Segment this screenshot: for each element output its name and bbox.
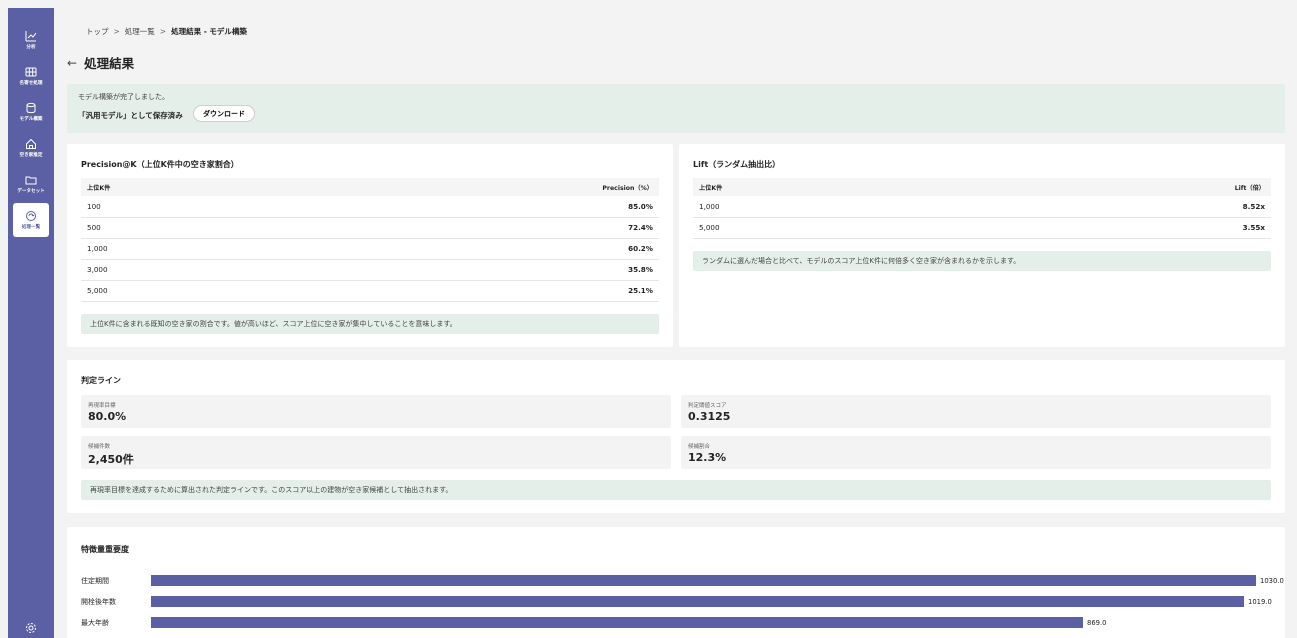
feature-value-label: 1030.0 (1260, 577, 1284, 585)
table-cell: 3,000 (81, 259, 290, 281)
grid-icon (25, 67, 37, 77)
table-cell: 1,000 (693, 196, 957, 218)
table-cell: 100 (81, 196, 290, 218)
threshold-card: 判定ライン 再現率目標 80.0% 判定閾値スコア 0.3125 候補件数 2,… (67, 360, 1285, 513)
threshold-score-metric: 判定閾値スコア 0.3125 (681, 395, 1271, 428)
sidebar-item-dataset[interactable]: データセット (8, 167, 54, 201)
candidate-count-metric: 候補件数 2,450件 (81, 436, 671, 469)
lift-card: Lift（ランダム抽出比） 上位K件 Lift（倍） 1,000 8.52x 5,… (679, 144, 1285, 347)
column-header: Lift（倍） (956, 178, 1271, 196)
table-cell: 3.55x (956, 217, 1271, 239)
sidebar-item-label: 名寄せ処理 (19, 81, 43, 86)
threshold-title: 判定ライン (81, 376, 121, 385)
sidebar-item-analysis[interactable]: 分析 (8, 23, 54, 57)
table-row: 1,000 8.52x (693, 196, 1271, 218)
precision-table: 上位K件 Precision（%） 100 85.0% 500 72.4% 1,00… (81, 178, 659, 302)
feature-label: 開栓後年数 (81, 598, 116, 606)
metric-label: 再現率目標 (88, 403, 116, 409)
precision-info: 上位K件に含まれる既知の空き家の割合です。値が高いほど、スコア上位に空き家が集中… (81, 314, 659, 334)
database-icon (26, 102, 36, 114)
refresh-icon (26, 211, 36, 221)
table-cell: 60.2% (289, 238, 659, 260)
metric-label: 判定閾値スコア (688, 403, 727, 409)
sidebar-item-label: 分析 (26, 45, 36, 50)
sidebar-item-label: 空き家推定 (19, 153, 43, 158)
table-row: 500 72.4% (81, 217, 659, 239)
sidebar-item-label: モデル構築 (19, 117, 43, 122)
lift-info: ランダムに選んだ場合と比べて、モデルのスコア上位K件に何倍多く空き家が含まれるか… (693, 251, 1271, 271)
feature-value-label: 869.0 (1087, 619, 1107, 627)
table-cell: 5,000 (693, 217, 957, 239)
breadcrumb-separator: > (113, 27, 120, 36)
feature-label: 住定期間 (81, 577, 109, 585)
candidate-ratio-metric: 候補割合 12.3% (681, 436, 1271, 469)
breadcrumb-process-list[interactable]: 処理一覧 (125, 27, 155, 36)
feature-importance-card: 特徴量重要度 住定期間1030.0開栓後年数1019.0最大年齢869.0年間最… (67, 527, 1285, 638)
home-icon (26, 138, 36, 149)
breadcrumb: トップ > 処理一覧 > 処理結果 - モデル構築 (86, 26, 247, 37)
table-header-row: 上位K件 Lift（倍） (693, 178, 1271, 196)
recall-target-metric: 再現率目標 80.0% (81, 395, 671, 428)
chart-icon (25, 31, 37, 42)
table-cell: 72.4% (289, 217, 659, 239)
feature-bar (151, 596, 1244, 607)
breadcrumb-current: 処理結果 - モデル構築 (171, 27, 247, 36)
feature-bar (151, 617, 1083, 628)
table-cell: 35.8% (289, 259, 659, 281)
table-cell: 500 (81, 217, 290, 239)
success-notice: モデル構築が完了しました。 「汎用モデル」として保存済み ダウンロード (67, 84, 1285, 133)
table-cell: 8.52x (956, 196, 1271, 218)
feature-row: 住定期間 1030.0 (81, 575, 1284, 586)
column-header: Precision（%） (289, 178, 659, 196)
sidebar-item-process-list[interactable]: 処理一覧 (13, 203, 49, 237)
table-row: 5,000 3.55x (693, 217, 1271, 239)
table-cell: 5,000 (81, 280, 290, 302)
metric-value: 2,450件 (88, 453, 134, 466)
metric-value: 80.0% (88, 410, 127, 423)
sidebar: 分析 名寄せ処理 モデル構築 空き家推定 データセット 処理一覧 (8, 8, 54, 638)
precision-title: Precision@K（上位K件中の空き家割合） (81, 160, 239, 169)
saved-status: 「汎用モデル」として保存済み (78, 111, 183, 120)
table-row: 5,000 25.1% (81, 280, 659, 302)
page-title: 処理結果 (84, 56, 135, 71)
page-header: ← 処理結果 (67, 53, 134, 72)
folder-icon (25, 176, 37, 185)
feature-row: 最大年齢 869.0 (81, 617, 1274, 628)
download-button[interactable]: ダウンロード (193, 105, 255, 122)
importance-title: 特徴量重要度 (81, 545, 129, 554)
sidebar-item-label: データセット (17, 189, 45, 194)
table-row: 3,000 35.8% (81, 259, 659, 281)
feature-label: 最大年齢 (81, 619, 109, 627)
table-cell: 25.1% (289, 280, 659, 302)
precision-card: Precision@K（上位K件中の空き家割合） 上位K件 Precision（… (67, 144, 673, 347)
breadcrumb-top[interactable]: トップ (86, 27, 109, 36)
sidebar-item-merge[interactable]: 名寄せ処理 (8, 59, 54, 93)
sidebar-item-estimate[interactable]: 空き家推定 (8, 131, 54, 165)
column-header: 上位K件 (693, 178, 957, 196)
settings-icon[interactable] (25, 619, 37, 638)
table-row: 100 85.0% (81, 196, 659, 218)
feature-row: 開栓後年数 1019.0 (81, 596, 1274, 607)
table-row: 1,000 60.2% (81, 238, 659, 260)
metric-label: 候補件数 (88, 444, 111, 450)
table-cell: 85.0% (289, 196, 659, 218)
metric-value: 0.3125 (688, 410, 731, 423)
feature-value-label: 1019.0 (1248, 598, 1272, 606)
breadcrumb-separator: > (159, 27, 167, 36)
sidebar-item-label: 処理一覧 (21, 225, 41, 230)
sidebar-item-model[interactable]: モデル構築 (8, 95, 54, 129)
back-arrow-icon[interactable]: ← (67, 56, 77, 70)
lift-title: Lift（ランダム抽出比） (693, 160, 781, 169)
notice-message: モデル構築が完了しました。 (78, 93, 169, 101)
table-header-row: 上位K件 Precision（%） (81, 178, 659, 196)
metric-value: 12.3% (688, 451, 727, 464)
column-header: 上位K件 (81, 178, 290, 196)
table-cell: 1,000 (81, 238, 290, 260)
metric-label: 候補割合 (688, 444, 711, 450)
lift-table: 上位K件 Lift（倍） 1,000 8.52x 5,000 3.55x (693, 178, 1271, 239)
feature-bar (151, 575, 1256, 586)
threshold-info: 再現率目標を達成するために算出された判定ラインです。このスコア以上の建物が空き家… (81, 480, 1271, 500)
